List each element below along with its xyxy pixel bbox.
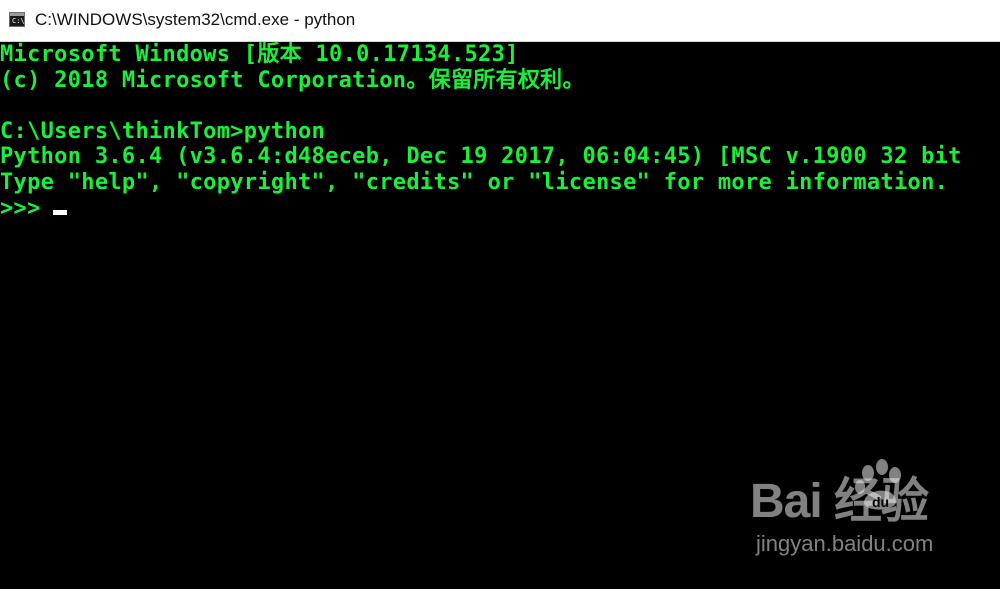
console-line-prompt[interactable]: >>>	[0, 196, 962, 222]
console-area[interactable]: Microsoft Windows [版本 10.0.17134.523] (c…	[0, 42, 1000, 589]
console-line-command: C:\Users\thinkTom>python	[0, 118, 326, 144]
cmd-icon[interactable]: C:\	[9, 12, 25, 27]
watermark-url: jingyan.baidu.com	[756, 531, 934, 556]
watermark: Bai 经验 du jingyan.baidu.com	[750, 459, 970, 571]
paw-icon: du	[855, 459, 901, 510]
cmd-icon-label: C:\	[12, 17, 25, 25]
console-line-version: Microsoft Windows [版本 10.0.17134.523]	[0, 42, 519, 67]
python-prompt: >>>	[0, 195, 41, 221]
console-line-blank	[0, 93, 962, 119]
console-output: Microsoft Windows [版本 10.0.17134.523] (c…	[0, 42, 962, 221]
svg-text:du: du	[872, 494, 889, 510]
text-cursor	[52, 210, 67, 216]
window-title: C:\WINDOWS\system32\cmd.exe - python	[35, 10, 356, 29]
console-line-python-version: Python 3.6.4 (v3.6.4:d48eceb, Dec 19 201…	[0, 144, 962, 170]
console-line-copyright: (c) 2018 Microsoft Corporation。保留所有权利。	[0, 67, 585, 93]
title-bar[interactable]: C:\ C:\WINDOWS\system32\cmd.exe - python	[0, 0, 1000, 42]
console-line-help-hint: Type "help", "copyright", "credits" or "…	[0, 169, 949, 195]
